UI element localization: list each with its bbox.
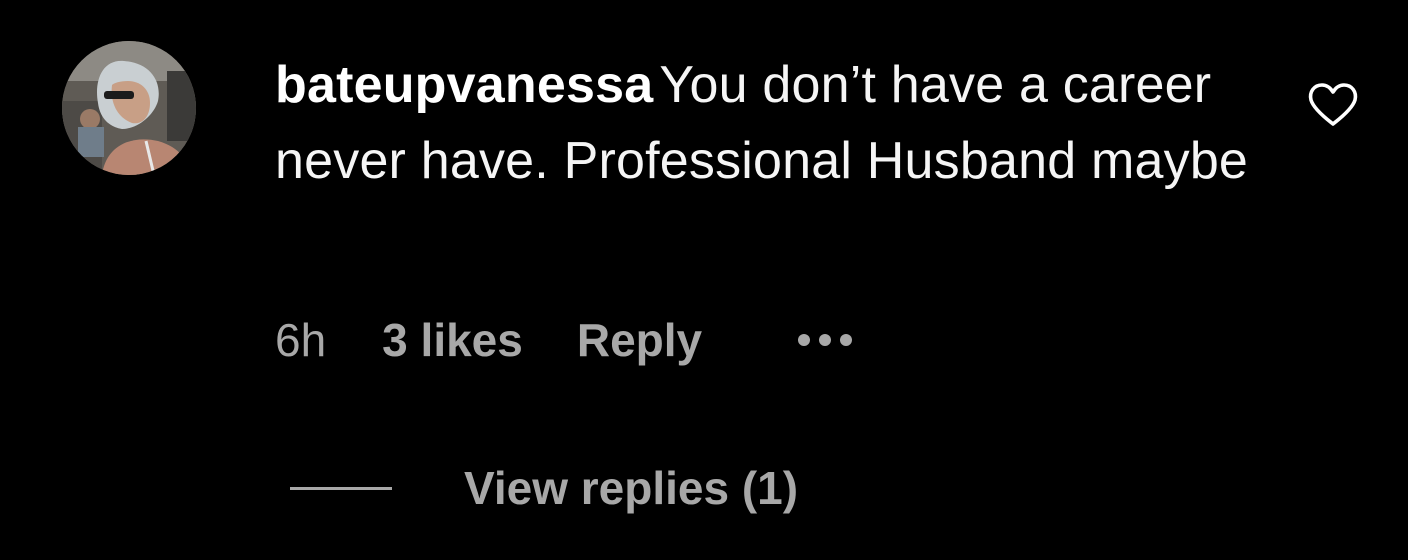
- comment-username[interactable]: bateupvanessa: [275, 56, 653, 114]
- like-button[interactable]: [1306, 78, 1360, 132]
- more-horizontal-icon-dot: [840, 334, 853, 346]
- more-horizontal-icon-dot: [819, 334, 832, 346]
- comment-meta: 6h 3 likes Reply: [275, 310, 853, 370]
- view-replies-label: View replies (1): [464, 462, 799, 514]
- likes-count[interactable]: 3 likes: [382, 313, 523, 367]
- more-options-button[interactable]: [798, 320, 853, 360]
- view-replies-button[interactable]: View replies (1): [290, 458, 798, 518]
- comment-timestamp: 6h: [275, 314, 327, 366]
- replies-divider-line: [290, 486, 392, 490]
- more-horizontal-icon: [798, 334, 811, 346]
- avatar[interactable]: [62, 41, 196, 175]
- comment-body: bateupvanessa You don’t have a career nev…: [275, 47, 1285, 199]
- reply-button[interactable]: Reply: [577, 313, 702, 367]
- heart-outline-icon: [1308, 83, 1358, 126]
